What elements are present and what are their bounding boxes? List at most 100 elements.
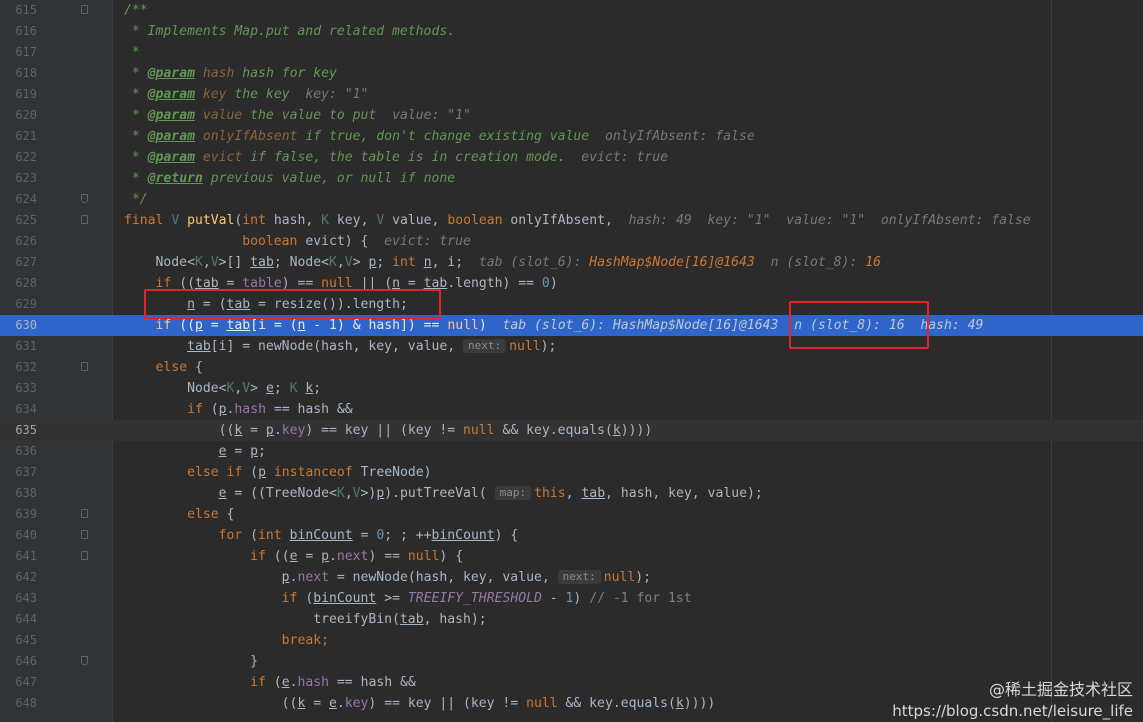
code-line[interactable]: 639 else { (0, 504, 1143, 525)
line-number[interactable]: 615 (0, 0, 37, 21)
line-number[interactable]: 641 (0, 546, 37, 567)
line-text: * Implements Map.put and related methods… (124, 24, 456, 39)
watermark-juejin: @稀土掘金技术社区 (988, 680, 1133, 699)
highlight-box-n-value (789, 301, 929, 349)
code-line[interactable]: 626 boolean evict) { evict: true (0, 231, 1143, 252)
fold-marker-icon[interactable] (81, 215, 88, 224)
line-number[interactable]: 634 (0, 399, 37, 420)
line-text: treeifyBin(tab, hash); (124, 612, 487, 627)
line-number[interactable]: 633 (0, 378, 37, 399)
line-number[interactable]: 628 (0, 273, 37, 294)
code-line[interactable]: 647 if (e.hash == hash && (0, 672, 1143, 693)
code-line[interactable]: 644 treeifyBin(tab, hash); (0, 609, 1143, 630)
fold-end-marker-icon[interactable] (81, 194, 88, 203)
line-number[interactable]: 620 (0, 105, 37, 126)
line-number[interactable]: 629 (0, 294, 37, 315)
code-line[interactable]: 617 * (0, 42, 1143, 63)
line-text: if ((e = p.next) == null) { (250, 549, 464, 564)
debug-inline-value: hash: 49 (920, 318, 984, 333)
parameter-hint: next: (557, 570, 601, 584)
line-text: boolean evict) { evict: true (242, 234, 471, 249)
code-line[interactable]: 623 * @return previous value, or null if… (0, 168, 1143, 189)
line-number[interactable]: 640 (0, 525, 37, 546)
code-line[interactable]: 646 } (0, 651, 1143, 672)
line-number[interactable]: 647 (0, 672, 37, 693)
line-number[interactable]: 636 (0, 441, 37, 462)
line-number[interactable]: 637 (0, 462, 37, 483)
debug-inline-value: key: "1" (305, 87, 369, 102)
code-line[interactable]: 619 * @param key the key key: "1" (0, 84, 1143, 105)
line-number[interactable]: 632 (0, 357, 37, 378)
fold-marker-icon[interactable] (81, 509, 88, 518)
code-line[interactable]: 634 if (p.hash == hash && (0, 399, 1143, 420)
line-number[interactable]: 616 (0, 21, 37, 42)
line-number[interactable]: 642 (0, 567, 37, 588)
code-line[interactable]: 625 final V putVal(int hash, K key, V va… (0, 210, 1143, 231)
code-line[interactable]: 645 break; (0, 630, 1143, 651)
fold-marker-icon[interactable] (81, 362, 88, 371)
line-text: break; (281, 633, 329, 648)
line-number[interactable]: 645 (0, 630, 37, 651)
debug-inline-value: evict: true (384, 234, 471, 249)
code-line[interactable]: 627 Node<K,V>[] tab; Node<K,V> p; int n,… (0, 252, 1143, 273)
code-line[interactable]: 633 Node<K,V> e; K k; (0, 378, 1143, 399)
code-line[interactable]: 636 e = p; (0, 441, 1143, 462)
line-number[interactable]: 626 (0, 231, 37, 252)
line-text: Node<K,V>[] tab; Node<K,V> p; int n, i; … (124, 255, 881, 270)
line-text: else { (187, 507, 235, 522)
line-number[interactable]: 643 (0, 588, 37, 609)
line-number[interactable]: 623 (0, 168, 37, 189)
line-text: * @return previous value, or null if non… (124, 171, 456, 186)
line-text: * @param key the key key: "1" (124, 87, 369, 102)
code-line[interactable]: 622 * @param evict if false, the table i… (0, 147, 1143, 168)
line-text: if (p.hash == hash && (187, 402, 353, 417)
line-number[interactable]: 624 (0, 189, 37, 210)
code-line[interactable]: 632 else { (0, 357, 1143, 378)
line-number[interactable]: 638 (0, 483, 37, 504)
code-line[interactable]: 640 for (int binCount = 0; ; ++binCount)… (0, 525, 1143, 546)
line-number[interactable]: 621 (0, 126, 37, 147)
debug-inline-value: hash: 49 key: "1" value: "1" onlyIfAbsen… (628, 213, 1031, 228)
line-number[interactable]: 625 (0, 210, 37, 231)
line-number[interactable]: 619 (0, 84, 37, 105)
watermark-url: https://blog.csdn.net/leisure_life (892, 702, 1133, 720)
line-number[interactable]: 639 (0, 504, 37, 525)
line-number[interactable]: 644 (0, 609, 37, 630)
line-text: if (e.hash == hash && (250, 675, 416, 690)
code-line[interactable]: 643 if (binCount >= TREEIFY_THRESHOLD - … (0, 588, 1143, 609)
line-number[interactable]: 635 (0, 420, 37, 441)
fold-marker-icon[interactable] (81, 551, 88, 560)
line-number[interactable]: 622 (0, 147, 37, 168)
caret-line[interactable]: 635 ((k = p.key) == key || (key != null … (0, 420, 1143, 441)
line-text: Node<K,V> e; K k; (124, 381, 322, 396)
line-number[interactable]: 617 (0, 42, 37, 63)
code-line[interactable]: 641 if ((e = p.next) == null) { (0, 546, 1143, 567)
line-number[interactable]: 646 (0, 651, 37, 672)
code-line[interactable]: 621 * @param onlyIfAbsent if true, don't… (0, 126, 1143, 147)
line-number[interactable]: 627 (0, 252, 37, 273)
code-line[interactable]: 624 */ (0, 189, 1143, 210)
fold-marker-icon[interactable] (81, 5, 88, 14)
line-text: */ (124, 192, 148, 207)
line-number[interactable]: 630 (0, 315, 37, 336)
code-line[interactable]: 638 e = ((TreeNode<K,V>)p).putTreeVal( m… (0, 483, 1143, 504)
fold-marker-icon[interactable] (81, 530, 88, 539)
code-line[interactable]: 637 else if (p instanceof TreeNode) (0, 462, 1143, 483)
debug-inline-value: 16 (865, 255, 881, 270)
line-text: else if (p instanceof TreeNode) (187, 465, 432, 480)
line-number[interactable]: 648 (0, 693, 37, 714)
line-number[interactable]: 618 (0, 63, 37, 84)
code-line[interactable]: 642 p.next = newNode(hash, key, value, n… (0, 567, 1143, 588)
code-line[interactable]: 620 * @param value the value to put valu… (0, 105, 1143, 126)
fold-end-marker-icon[interactable] (81, 656, 88, 665)
line-text: * @param evict if false, the table is in… (124, 150, 668, 165)
line-text: else { (155, 360, 203, 375)
highlight-box-resize (144, 289, 441, 319)
code-line[interactable]: 631 tab[i] = newNode(hash, key, value, n… (0, 336, 1143, 357)
code-line[interactable]: 618 * @param hash hash for key (0, 63, 1143, 84)
code-line[interactable]: 616 * Implements Map.put and related met… (0, 21, 1143, 42)
debug-inline-value: evict: true (581, 150, 668, 165)
code-line[interactable]: 615 /** (0, 0, 1143, 21)
line-number[interactable]: 631 (0, 336, 37, 357)
code-editor[interactable]: 615 /** 616 * Implements Map.put and rel… (0, 0, 1143, 722)
